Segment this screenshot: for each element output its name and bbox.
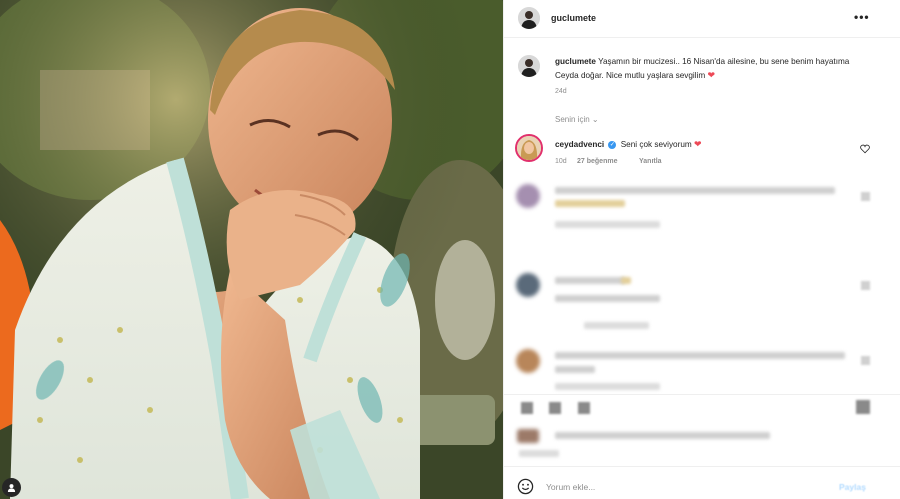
post-details-panel: guclumete ••• guclumete Yaşamın bir muci… <box>503 0 900 499</box>
comment-text: Seni çok seviyorum <box>620 140 692 149</box>
post-comment-button[interactable]: Paylaş <box>839 482 866 492</box>
post-photo[interactable] <box>0 0 503 499</box>
blurred-date <box>519 450 559 457</box>
emoji-icon[interactable] <box>517 478 534 499</box>
blurred-text <box>621 277 631 284</box>
blurred-like <box>861 192 870 201</box>
blurred-text <box>555 366 595 373</box>
more-options-icon[interactable]: ••• <box>854 10 870 24</box>
blurred-avatar <box>517 429 539 443</box>
blurred-avatar <box>516 184 540 208</box>
blurred-likes-summary <box>555 432 770 439</box>
blurred-like <box>861 281 870 290</box>
commenter-avatar[interactable] <box>515 134 543 162</box>
share-icon[interactable] <box>578 402 590 414</box>
comment-icon[interactable] <box>549 402 561 414</box>
post-header: guclumete ••• <box>504 0 900 38</box>
blurred-text <box>555 221 660 228</box>
blurred-text <box>555 200 625 207</box>
heart-emoji: ❤ <box>694 139 702 149</box>
caption-username[interactable]: guclumete <box>555 57 596 66</box>
divider <box>504 466 900 467</box>
save-icon[interactable] <box>856 400 870 414</box>
blurred-text <box>555 187 835 194</box>
blurred-text <box>584 322 649 329</box>
verified-badge-icon: ✓ <box>608 141 617 149</box>
blurred-avatar <box>516 273 540 297</box>
blurred-text <box>555 277 625 284</box>
post-caption: guclumete Yaşamın bir mucizesi.. 16 Nisa… <box>555 56 855 82</box>
chevron-down-icon: ⌄ <box>591 115 599 124</box>
caption-avatar[interactable] <box>518 55 540 77</box>
user-tag-icon[interactable] <box>2 478 21 497</box>
comment-likes[interactable]: 27 beğenme <box>577 158 617 165</box>
comment-sort-dropdown[interactable]: Senin için ⌄ <box>555 115 599 124</box>
like-icon[interactable] <box>521 402 533 414</box>
blurred-like <box>861 356 870 365</box>
comment-time[interactable]: 10d <box>555 158 567 165</box>
add-comment-input[interactable]: Yorum ekle... <box>546 482 595 492</box>
blurred-text <box>555 352 845 359</box>
sort-label: Senin için <box>555 115 590 124</box>
blurred-text <box>555 295 660 302</box>
comment-item: ceydadvenci ✓ Seni çok seviyorum ❤ <box>555 139 702 150</box>
photo-illustration <box>0 0 503 499</box>
blurred-avatar <box>516 349 540 373</box>
author-avatar[interactable] <box>518 7 540 29</box>
heart-outline-icon[interactable] <box>860 141 870 159</box>
divider <box>504 394 900 395</box>
reply-button[interactable]: Yanıtla <box>639 158 662 165</box>
heart-emoji: ❤ <box>707 69 715 80</box>
caption-text: Yaşamın bir mucizesi.. 16 Nisan'da ailes… <box>555 57 850 80</box>
caption-time[interactable]: 24d <box>555 88 567 95</box>
blurred-text <box>555 383 660 390</box>
comment-username[interactable]: ceydadvenci <box>555 140 604 149</box>
author-username[interactable]: guclumete <box>551 13 596 23</box>
